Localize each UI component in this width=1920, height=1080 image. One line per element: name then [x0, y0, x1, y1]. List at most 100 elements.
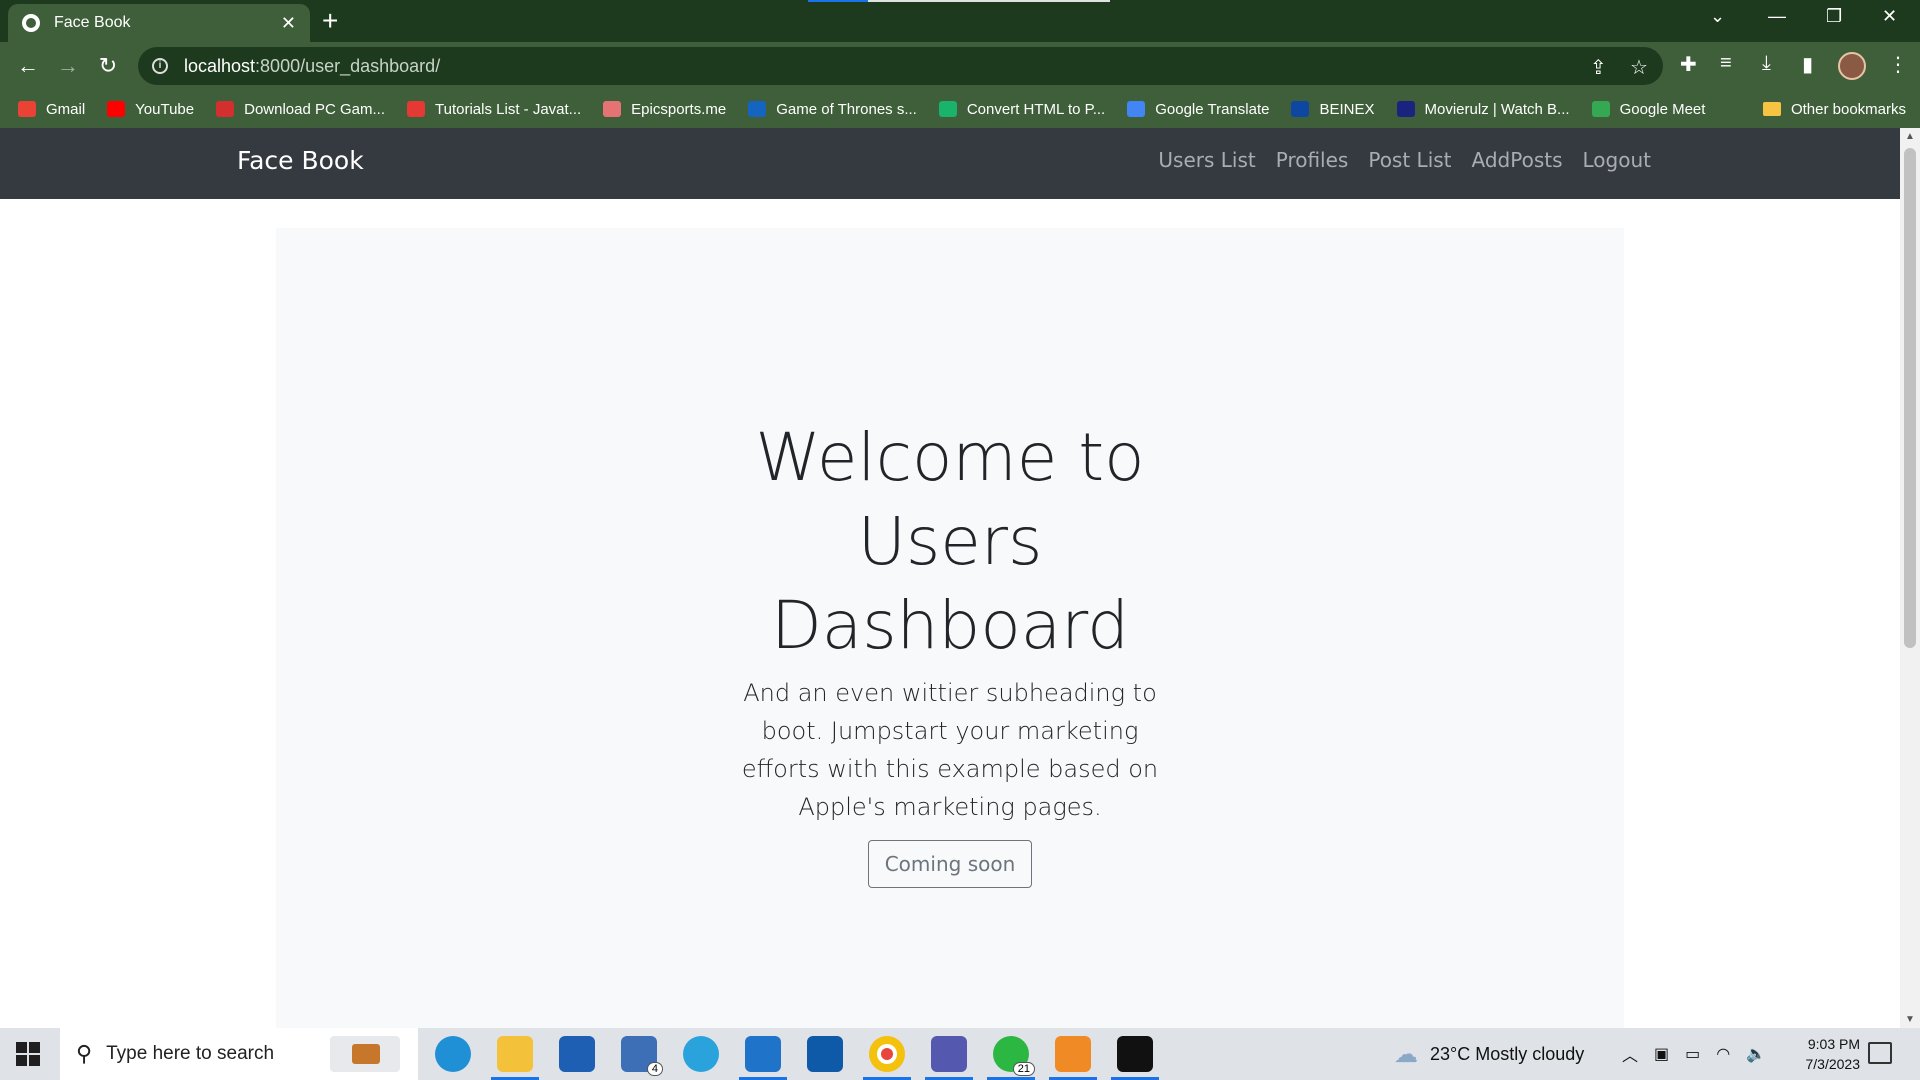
- taskbar-search-input[interactable]: ⚲ Type here to search: [60, 1028, 418, 1080]
- browser-toolbar: ← → ↻ i localhost:8000/user_dashboard/ ⇪…: [0, 42, 1920, 90]
- download-icon[interactable]: ⤓: [1762, 52, 1771, 75]
- terminal-icon[interactable]: [1111, 1036, 1159, 1080]
- bookmark-item[interactable]: Convert HTML to P...: [938, 100, 1106, 118]
- briefcase-icon: [330, 1036, 400, 1072]
- minimize-button[interactable]: —: [1768, 6, 1786, 27]
- browser-titlebar: Face Book ✕ + ⌄ — ❐ ✕: [0, 0, 1920, 42]
- site-info-icon[interactable]: i: [152, 58, 168, 74]
- bookmark-item[interactable]: Epicsports.me: [603, 101, 726, 118]
- weather-text: 23°C Mostly cloudy: [1430, 1043, 1585, 1064]
- chrome-icon[interactable]: [863, 1036, 911, 1080]
- bookmark-item[interactable]: Tutorials List - Javat...: [407, 101, 581, 118]
- reload-button[interactable]: ↻: [92, 50, 124, 82]
- system-tray: ︿ ▣ ▭ ◠ 🔈: [1622, 1028, 1766, 1080]
- vscode-icon[interactable]: [739, 1036, 787, 1080]
- bookmark-label: YouTube: [135, 100, 195, 118]
- forward-button[interactable]: →: [52, 50, 84, 82]
- bookmarks-bar: Gmail YouTube Download PC Gam... Tutorials …: [0, 90, 1920, 128]
- media-icon[interactable]: ≡: [1720, 52, 1732, 75]
- site-navbar: Face Book Users List Profiles Post List …: [0, 128, 1900, 199]
- hero-title: Welcome to Users Dashboard: [725, 416, 1175, 668]
- hero-content: Welcome to Users Dashboard And an even w…: [725, 416, 1175, 888]
- loading-indicator: [808, 0, 1110, 2]
- bookmark-label: Google Meet: [1619, 100, 1706, 118]
- bookmark-item[interactable]: YouTube: [107, 101, 194, 118]
- hero-title-line: Dashboard: [770, 587, 1130, 664]
- extensions-icon[interactable]: ✚: [1680, 52, 1697, 77]
- folder-icon: [1762, 102, 1781, 116]
- scrollbar-thumb[interactable]: [1904, 148, 1916, 648]
- bookmark-favicon-icon: [407, 101, 426, 117]
- bookmark-favicon-icon: [1127, 101, 1146, 117]
- share-icon[interactable]: ⇪: [1590, 55, 1607, 80]
- taskbar-clock[interactable]: 9:03 PM 7/3/2023: [1760, 1034, 1861, 1074]
- bookmark-label: Convert HTML to P...: [966, 100, 1106, 118]
- close-window-button[interactable]: ✕: [1882, 6, 1897, 27]
- microsoft-store-icon[interactable]: [559, 1036, 595, 1072]
- scroll-up-icon[interactable]: ▲: [1900, 131, 1920, 142]
- globe-icon: [22, 14, 40, 32]
- tab-search-icon[interactable]: ⌄: [1710, 6, 1725, 27]
- bookmark-item[interactable]: BEINEX: [1291, 101, 1375, 118]
- bookmark-favicon-icon: [1291, 101, 1310, 117]
- bookmark-label: Epicsports.me: [631, 100, 727, 118]
- back-button[interactable]: ←: [12, 50, 44, 82]
- tab-title: Face Book: [54, 14, 131, 31]
- bookmark-item[interactable]: Movierulz | Watch B...: [1396, 101, 1570, 118]
- file-explorer-icon[interactable]: [491, 1036, 539, 1080]
- wifi-icon[interactable]: ◠: [1716, 1044, 1730, 1064]
- menu-icon[interactable]: ⋮: [1888, 52, 1908, 77]
- bookmark-label: Game of Thrones s...: [776, 100, 917, 118]
- bookmark-favicon-icon: [216, 101, 235, 117]
- bookmark-item[interactable]: Gmail: [18, 101, 85, 118]
- page-scrollbar[interactable]: ▲ ▼: [1900, 128, 1920, 1028]
- bookmark-item[interactable]: Google Meet: [1591, 100, 1706, 118]
- clock-time: 9:03 PM: [1807, 1036, 1860, 1052]
- nav-link-addposts[interactable]: AddPosts: [1472, 148, 1563, 172]
- clock-date: 7/3/2023: [1805, 1056, 1861, 1072]
- nav-link-post-list[interactable]: Post List: [1368, 148, 1451, 172]
- search-icon: ⚲: [76, 1041, 93, 1066]
- other-bookmarks-label: Other bookmarks: [1790, 100, 1906, 118]
- bookmark-item[interactable]: Download PC Gam...: [216, 101, 385, 118]
- bookmark-label: Gmail: [46, 100, 86, 118]
- mail-badge: 4: [646, 1062, 663, 1076]
- bookmark-item[interactable]: Google Translate: [1127, 101, 1269, 118]
- new-tab-button[interactable]: +: [322, 6, 338, 36]
- scroll-down-icon[interactable]: ▼: [1900, 1014, 1920, 1025]
- nav-link-profiles[interactable]: Profiles: [1276, 148, 1349, 172]
- close-icon[interactable]: ✕: [281, 13, 296, 34]
- edge-icon[interactable]: [435, 1036, 471, 1072]
- tab-face-book[interactable]: Face Book ✕: [8, 4, 310, 42]
- hero-section: Welcome to Users Dashboard And an even w…: [276, 228, 1624, 1028]
- sublime-text-icon[interactable]: [1049, 1036, 1097, 1080]
- star-icon[interactable]: ☆: [1630, 55, 1648, 80]
- profile-avatar[interactable]: [1838, 52, 1866, 80]
- meet-now-icon[interactable]: ▣: [1654, 1044, 1669, 1064]
- restore-button[interactable]: ❐: [1826, 6, 1842, 27]
- address-bar[interactable]: i localhost:8000/user_dashboard/ ⇪ ☆: [138, 47, 1663, 85]
- notification-icon[interactable]: [1868, 1042, 1892, 1064]
- whatsapp-icon[interactable]: 21: [987, 1036, 1035, 1080]
- weather-widget[interactable]: ☁ 23°C Mostly cloudy: [1394, 1028, 1584, 1080]
- coming-soon-button[interactable]: Coming soon: [867, 840, 1033, 888]
- battery-icon[interactable]: ▭: [1685, 1044, 1700, 1064]
- navbar-brand[interactable]: Face Book: [237, 146, 364, 175]
- hero-subheading: And an even wittier subheading to boot. …: [741, 679, 1159, 821]
- bookmark-label: Google Translate: [1155, 100, 1270, 118]
- telegram-icon[interactable]: [683, 1036, 719, 1072]
- chevron-up-icon[interactable]: ︿: [1622, 1042, 1638, 1066]
- url-path: :8000/user_dashboard/: [255, 55, 441, 76]
- outlook-icon[interactable]: [807, 1036, 843, 1072]
- bookmark-favicon-icon: [938, 101, 957, 117]
- search-placeholder: Type here to search: [106, 1043, 275, 1064]
- nav-link-users-list[interactable]: Users List: [1158, 148, 1255, 172]
- bookmark-favicon-icon: [1591, 101, 1610, 117]
- teams-icon[interactable]: [925, 1036, 973, 1080]
- nav-link-logout[interactable]: Logout: [1583, 148, 1651, 172]
- bookmark-item[interactable]: Game of Thrones s...: [748, 101, 917, 118]
- mail-icon[interactable]: 4: [621, 1036, 663, 1076]
- other-bookmarks[interactable]: Other bookmarks: [1762, 90, 1906, 128]
- side-panel-icon[interactable]: ▮: [1802, 52, 1813, 77]
- windows-start-icon[interactable]: [16, 1042, 40, 1066]
